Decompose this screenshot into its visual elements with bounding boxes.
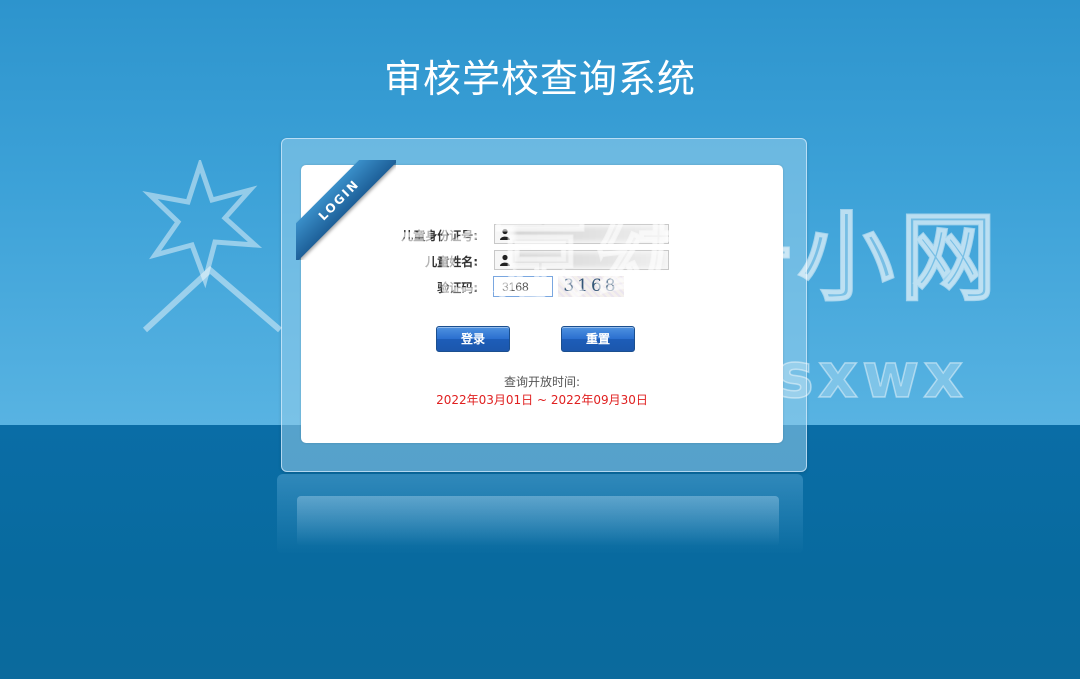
captcha-input[interactable]: [493, 276, 553, 297]
user-icon: [500, 228, 510, 240]
captcha-image[interactable]: 3168: [558, 276, 624, 297]
panel-reflection: [277, 474, 803, 554]
user-icon: [500, 254, 510, 266]
query-open-time-range: 2022年03月01日 ~ 2022年09月30日: [436, 393, 648, 407]
reset-button[interactable]: 重置: [561, 326, 635, 352]
login-ribbon: LOGIN: [296, 160, 396, 260]
id-number-input[interactable]: [494, 224, 669, 244]
child-name-value-blurred: [515, 253, 665, 267]
panel-reflection-inner: [297, 496, 779, 546]
login-button[interactable]: 登录: [436, 326, 510, 352]
child-name-input[interactable]: [494, 250, 669, 270]
id-number-value-blurred: [515, 227, 665, 241]
child-name-label: 儿童姓名:: [425, 255, 478, 269]
login-ribbon-band: LOGIN: [296, 160, 396, 260]
query-open-time-label: 查询开放时间:: [503, 375, 581, 389]
login-ribbon-text: LOGIN: [315, 176, 363, 224]
id-number-label: 儿童身份证号:: [401, 229, 478, 243]
page-title: 审核学校查询系统: [383, 57, 696, 101]
captcha-label: 验证码:: [437, 281, 478, 295]
